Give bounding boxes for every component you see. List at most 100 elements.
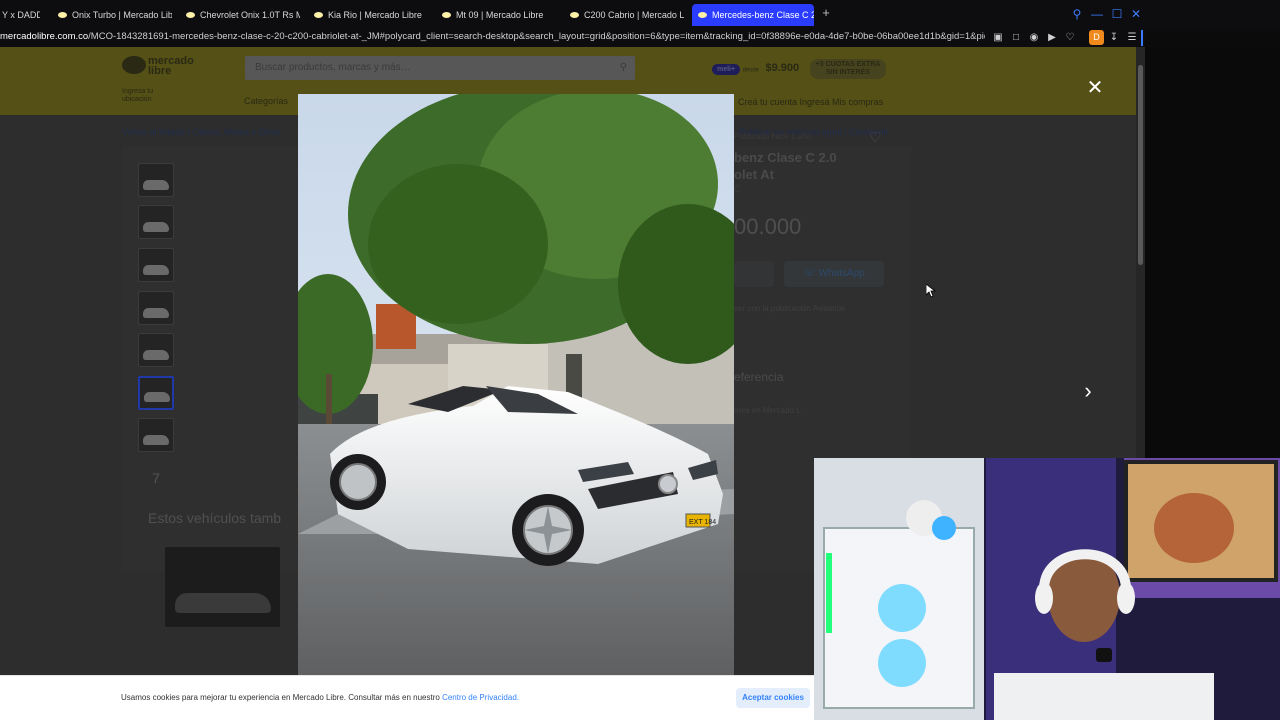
- location-selector[interactable]: Ingresa tu ubicación: [122, 88, 153, 104]
- search-icon[interactable]: ⚲: [620, 56, 627, 80]
- similar-vehicles-title: Estos vehículos tamb: [148, 510, 282, 526]
- mouse-cursor-icon: [926, 284, 936, 298]
- scrollbar-thumb[interactable]: [1138, 65, 1143, 265]
- section-reference-sub: ores en Mercado L: [734, 406, 801, 415]
- tree-canopy-dark: [368, 164, 548, 324]
- rgb-strip: [826, 553, 832, 633]
- url-host: mercadolibre.com.co: [0, 31, 89, 42]
- logo-line-2: libre: [148, 65, 172, 77]
- contact-button[interactable]: [734, 261, 774, 287]
- tab-label: Mt 09 | Mercado Libre: [456, 10, 544, 20]
- rgb-fan: [878, 639, 926, 687]
- tab-label: Onix Turbo | Mercado Libre: [72, 10, 172, 20]
- gallery-thumbnail-selected[interactable]: [138, 376, 174, 410]
- gallery-thumbnail[interactable]: [138, 418, 174, 452]
- bookmark-icon[interactable]: ▣: [991, 31, 1005, 45]
- similar-vehicle-thumbnail[interactable]: [165, 547, 280, 627]
- promo-cuotas: +3 CUOTAS EXTRA SIN INTERÉS: [809, 59, 887, 79]
- license-plate: EXT 184: [689, 519, 716, 526]
- gallery-thumbnail[interactable]: [138, 333, 174, 367]
- title-line-2: olet At: [734, 167, 774, 182]
- tab-label: Y x DADDY: [2, 10, 40, 20]
- whatsapp-label: WhatsApp: [818, 268, 865, 279]
- tab-label: Mercedes-benz Clase C 2: [712, 10, 814, 20]
- accept-cookies-button[interactable]: Aceptar cookies: [736, 688, 810, 708]
- site-search-input[interactable]: Buscar productos, marcas y más… ⚲: [245, 56, 635, 80]
- webcam-overlay: [814, 458, 1280, 720]
- tab-label: Kia Rio | Mercado Libre: [328, 10, 422, 20]
- download-icon[interactable]: ↧: [1107, 31, 1121, 45]
- tab-4[interactable]: Kia Rio | Mercado Libre: [308, 4, 428, 26]
- person-shirt: [994, 673, 1214, 720]
- mercadolibre-logo[interactable]: mercado libre: [122, 56, 212, 78]
- lightbox-close-icon[interactable]: ✕: [1085, 78, 1105, 98]
- tab-1[interactable]: Y x DADDY: [0, 4, 40, 26]
- car-photo-svg: EXT 184: [298, 94, 734, 675]
- promo-price: $9.900: [765, 62, 800, 75]
- gallery-thumbnail[interactable]: [138, 205, 174, 239]
- address-bar: mercadolibre.com.co/MCO-1843281691-merce…: [0, 29, 1145, 47]
- lightbox-photo[interactable]: EXT 184: [298, 94, 734, 675]
- mercadolibre-favicon-icon: [698, 12, 707, 18]
- favorite-heart-icon[interactable]: ♡: [869, 129, 882, 146]
- mercadolibre-favicon-icon: [314, 12, 323, 18]
- gallery-more-count[interactable]: 7: [138, 461, 174, 495]
- mercadolibre-favicon-icon: [442, 12, 451, 18]
- new-tab-button[interactable]: +: [819, 6, 833, 20]
- cookie-text: Usamos cookies para mejorar tu experienc…: [121, 693, 440, 702]
- promo-from: desde: [742, 67, 759, 74]
- gallery-thumbnail[interactable]: [138, 248, 174, 282]
- whatsapp-icon: ☏: [803, 268, 816, 279]
- tab-label: Chevrolet Onix 1.0T Rs M: [200, 10, 300, 20]
- report-text[interactable]: ver con la publicación Avisanos: [734, 304, 845, 313]
- snapshot-icon[interactable]: □: [1009, 31, 1023, 45]
- figurine: [932, 516, 956, 540]
- minimize-icon[interactable]: —: [1089, 6, 1105, 22]
- section-reference-title: eferencia: [734, 370, 784, 384]
- account-nav[interactable]: Creá tu cuenta Ingresá Mis compras: [738, 97, 883, 107]
- listing-subtitle: C: [734, 184, 741, 194]
- rgb-fan: [878, 584, 926, 632]
- listing-published: Publicado hace 1 año: [734, 132, 811, 141]
- breadcrumb[interactable]: Volver al listado | Carros, Motos y Otro…: [122, 127, 280, 137]
- cuotas-line-2: SIN INTERÉS: [826, 69, 870, 76]
- whatsapp-button[interactable]: ☏ WhatsApp: [784, 261, 884, 287]
- tab-6[interactable]: C200 Cabrio | Mercado Li: [564, 4, 684, 26]
- mercadolibre-favicon-icon: [186, 12, 195, 18]
- tab-2[interactable]: Onix Turbo | Mercado Libre: [52, 4, 172, 26]
- meli-plus-badge: meli+: [712, 64, 741, 76]
- profile-avatar[interactable]: D: [1089, 30, 1104, 45]
- cuotas-line-1: +3 CUOTAS EXTRA: [815, 61, 881, 68]
- cookie-banner: Usamos cookies para mejorar tu experienc…: [0, 675, 814, 720]
- location-line-2: ubicación: [122, 96, 152, 103]
- url-path: /MCO-1843281691-mercedes-benz-clase-c-20…: [88, 31, 985, 42]
- toolbar-divider: [1141, 30, 1143, 46]
- menu-icon[interactable]: ☰: [1125, 31, 1139, 45]
- close-window-icon[interactable]: ✕: [1128, 6, 1144, 22]
- shield-icon[interactable]: ◉: [1027, 31, 1041, 45]
- url-field[interactable]: mercadolibre.com.co/MCO-1843281691-merce…: [0, 31, 985, 42]
- privacy-center-link[interactable]: Centro de Privacidad.: [442, 693, 519, 702]
- lightbox-next-chevron-icon[interactable]: ›: [1077, 380, 1099, 402]
- location-line-1: Ingresa tu: [122, 88, 154, 95]
- cookie-message: Usamos cookies para mejorar tu experienc…: [121, 693, 519, 702]
- gallery-thumbnail[interactable]: [138, 163, 174, 197]
- mercadolibre-favicon-icon: [570, 12, 579, 18]
- tab-5[interactable]: Mt 09 | Mercado Libre: [436, 4, 556, 26]
- tab-active[interactable]: Mercedes-benz Clase C 2: [692, 4, 814, 26]
- listing-price: 00.000: [734, 214, 802, 239]
- meli-plus-promo[interactable]: meli+ desde $9.900 +3 CUOTAS EXTRA SIN IN…: [712, 59, 887, 79]
- play-icon[interactable]: ▶: [1045, 31, 1059, 45]
- search-tabs-icon[interactable]: ⚲: [1069, 6, 1085, 22]
- wristwatch: [1096, 648, 1112, 662]
- maximize-icon[interactable]: ☐: [1109, 6, 1125, 22]
- gallery-thumbnail[interactable]: [138, 291, 174, 325]
- mercadolibre-favicon-icon: [58, 12, 67, 18]
- tab-3[interactable]: Chevrolet Onix 1.0T Rs M: [180, 4, 300, 26]
- browser-tab-bar: Y x DADDY Onix Turbo | Mercado Libre Che…: [0, 0, 1280, 29]
- nav-categories[interactable]: Categorías: [244, 96, 288, 106]
- poster-figure: [1154, 493, 1234, 563]
- webcam-feed-svg: [814, 458, 1280, 720]
- title-line-1: benz Clase C 2.0: [734, 150, 837, 165]
- heart-icon[interactable]: ♡: [1063, 31, 1077, 45]
